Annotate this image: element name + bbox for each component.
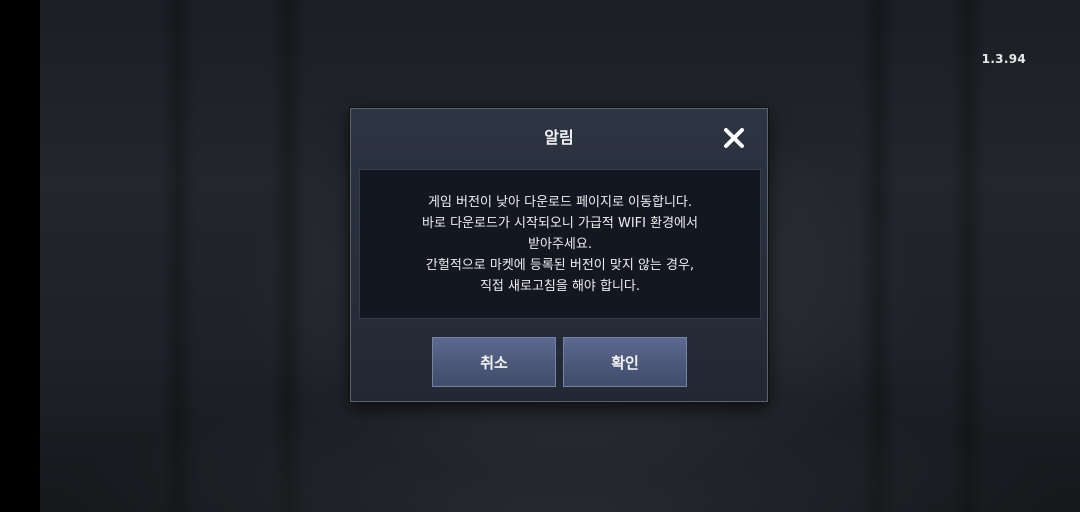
close-button[interactable]	[723, 127, 745, 149]
cancel-button[interactable]: 취소	[432, 337, 556, 387]
confirm-button[interactable]: 확인	[563, 337, 687, 387]
cancel-button-label: 취소	[480, 353, 508, 372]
confirm-button-label: 확인	[611, 353, 639, 372]
message-line: 게임 버전이 낮아 다운로드 페이지로 이동합니다.	[428, 194, 692, 210]
message-text: 게임 버전이 낮아 다운로드 페이지로 이동합니다. 바로 다운로드가 시작되오…	[422, 192, 698, 297]
close-icon	[724, 128, 744, 148]
notice-dialog: 알림 게임 버전이 낮아 다운로드 페이지로 이동합니다. 바로 다운로드가 시…	[350, 108, 768, 402]
version-label: 1.3.94	[981, 52, 1026, 66]
message-line: 바로 다운로드가 시작되오니 가급적 WIFI 환경에서	[422, 215, 698, 231]
message-line: 직접 새로고침을 해야 합니다.	[479, 278, 641, 294]
message-line: 받아주세요.	[528, 236, 592, 252]
screen: 1.3.94 알림 게임 버전이 낮아 다운로드 페이지로 이동합니다. 바로 …	[0, 0, 1080, 512]
message-line: 간헐적으로 마켓에 등록된 버전이 맞지 않는 경우,	[425, 257, 695, 273]
dialog-title: 알림	[544, 128, 574, 147]
message-box: 게임 버전이 낮아 다운로드 페이지로 이동합니다. 바로 다운로드가 시작되오…	[359, 169, 761, 319]
